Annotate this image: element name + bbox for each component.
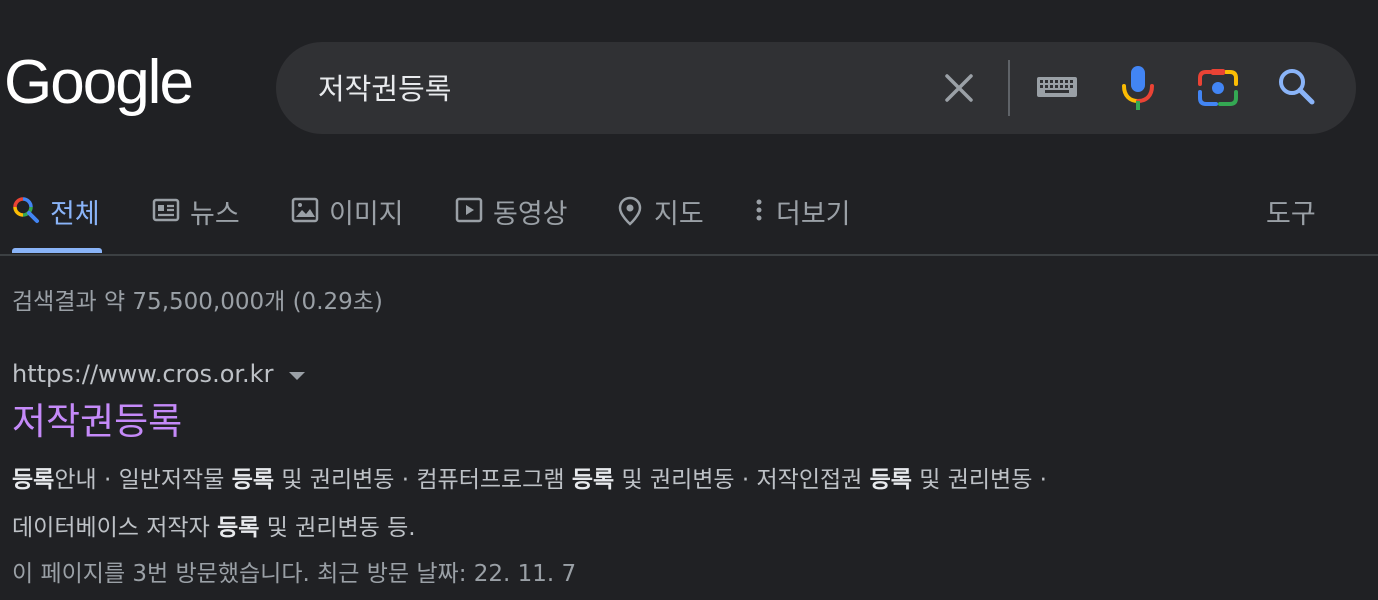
snippet-text: 안내 · 일반저작물 (54, 467, 232, 494)
search-submit-button[interactable] (1276, 66, 1318, 108)
snippet-highlight: 등록 (869, 467, 912, 494)
search-tabs: 전체 뉴스 이미지 동영상 지도 더보기 도구 (0, 176, 1378, 256)
snippet-line-1: 등록안내 · 일반저작물 등록 및 권리변동 · 컴퓨터프로그램 등록 및 권리… (12, 456, 1352, 504)
result-title-link[interactable]: 저작권등록 (12, 400, 1352, 444)
snippet-text: 및 권리변동 등. (259, 515, 416, 542)
header: Google (0, 0, 1378, 150)
google-logo[interactable]: Google (4, 52, 194, 114)
keyboard-icon (1037, 77, 1077, 97)
news-icon (152, 198, 180, 222)
snippet-line-2: 데이터베이스 저작자 등록 및 권리변동 등. (12, 504, 1352, 552)
tab-all-label: 전체 (50, 199, 100, 230)
snippet-highlight: 등록 (12, 467, 55, 494)
more-vert-icon (756, 199, 762, 221)
search-input[interactable] (318, 66, 918, 108)
tools-label: 도구 (1266, 199, 1316, 230)
tab-news-label: 뉴스 (190, 199, 240, 230)
map-pin-icon (618, 196, 642, 226)
image-search-button[interactable] (1196, 68, 1240, 108)
close-icon (945, 74, 973, 102)
tab-more[interactable]: 더보기 (752, 176, 851, 254)
search-result: https://www.cros.or.kr 저작권등록 등록안내 · 일반저작… (12, 358, 1352, 596)
snippet-highlight: 등록 (571, 467, 615, 494)
video-icon (455, 197, 483, 223)
tab-maps[interactable]: 지도 (616, 176, 704, 254)
visited-info: 이 페이지를 3번 방문했습니다. 최근 방문 날짜: 22. 11. 7 (12, 561, 577, 588)
result-stats: 검색결과 약 75,500,000개 (0.29초) (12, 289, 383, 315)
tab-maps-label: 지도 (654, 199, 704, 230)
result-url-row: https://www.cros.or.kr (12, 358, 1352, 390)
result-url[interactable]: https://www.cros.or.kr (12, 360, 273, 388)
snippet-text: 및 권리변동 · (911, 467, 1047, 494)
microphone-icon (1122, 66, 1154, 110)
search-box[interactable] (276, 42, 1356, 134)
tabs-divider (0, 254, 1378, 256)
snippet-text: 데이터베이스 저작자 (12, 515, 218, 542)
snippet-highlight: 등록 (217, 515, 260, 542)
tab-images-label: 이미지 (329, 199, 404, 230)
tab-news[interactable]: 뉴스 (152, 176, 240, 254)
image-icon (291, 197, 319, 223)
tab-images[interactable]: 이미지 (291, 176, 404, 254)
result-menu-caret-icon[interactable] (289, 372, 306, 380)
tab-videos[interactable]: 동영상 (455, 176, 568, 254)
search-icon (1279, 69, 1315, 105)
tab-videos-label: 동영상 (493, 199, 568, 230)
snippet-text: 및 권리변동 · 컴퓨터프로그램 (274, 467, 572, 494)
tab-more-label: 더보기 (776, 199, 851, 230)
virtual-keyboard-button[interactable] (1036, 72, 1078, 102)
snippet-text: 및 권리변동 · 저작인접권 (614, 467, 870, 494)
tools-button[interactable]: 도구 (1266, 176, 1316, 254)
google-lens-icon (1198, 69, 1238, 106)
tab-all[interactable]: 전체 (12, 176, 100, 254)
voice-search-button[interactable] (1118, 64, 1158, 112)
result-snippet: 등록안내 · 일반저작물 등록 및 권리변동 · 컴퓨터프로그램 등록 및 권리… (12, 456, 1352, 552)
clear-search-button[interactable] (939, 68, 979, 108)
snippet-highlight: 등록 (231, 467, 275, 494)
search-box-divider (1008, 60, 1010, 116)
active-tab-indicator (12, 248, 102, 253)
search-multicolor-icon (13, 197, 39, 223)
